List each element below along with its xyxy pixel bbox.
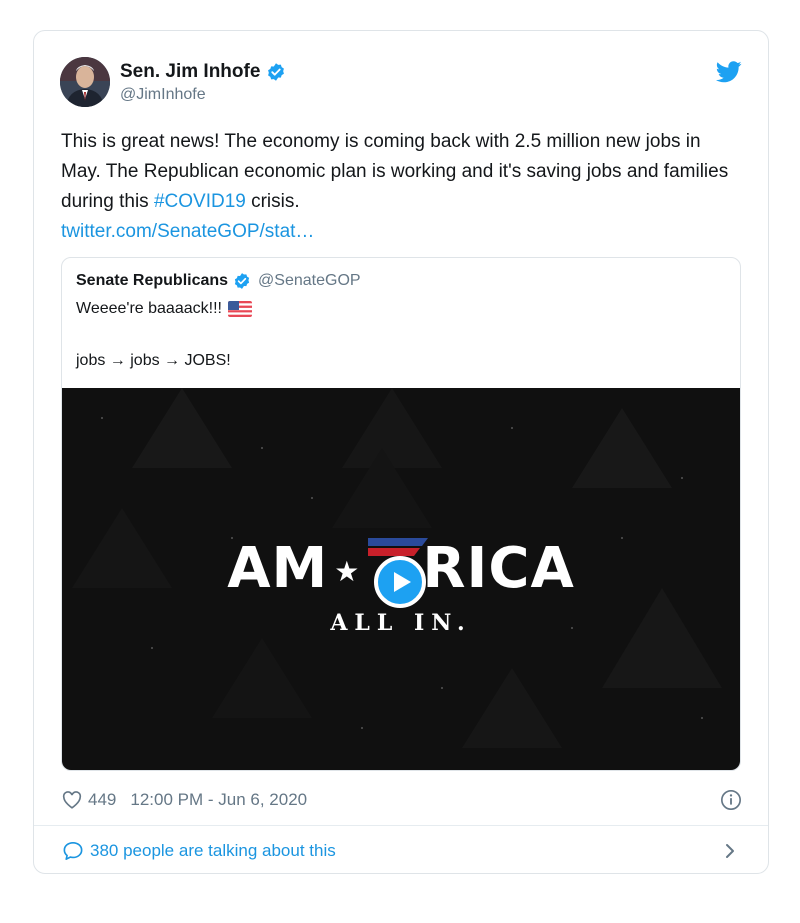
divider [34, 825, 768, 826]
video-thumbnail[interactable]: AM ★ RICA ALL IN. [62, 388, 740, 770]
verified-badge-icon [234, 273, 250, 289]
avatar[interactable] [60, 57, 110, 107]
quoted-handle[interactable]: @SenateGOP [258, 272, 361, 290]
us-flag-icon [227, 301, 252, 317]
quoted-display-name[interactable]: Senate Republicans [76, 272, 228, 290]
heart-icon[interactable] [62, 791, 82, 809]
conversation-link[interactable]: 380 people are talking about this [62, 837, 742, 865]
tweet-card: Sen. Jim Inhofe @JimInhofe This is great… [33, 30, 769, 874]
play-button[interactable] [374, 556, 426, 608]
twitter-bird-icon[interactable] [716, 61, 742, 83]
reply-bubble-icon [63, 842, 83, 860]
tweet-link[interactable]: twitter.com/SenateGOP/stat… [61, 221, 314, 242]
like-count[interactable]: 449 [88, 790, 116, 810]
chevron-right-icon[interactable] [724, 843, 736, 859]
talking-count[interactable]: 380 people are talking about this [90, 841, 336, 861]
star-icon: ★ [334, 555, 361, 589]
quoted-text: Weeee're baaaack!!! [76, 300, 222, 317]
verified-badge-icon [268, 63, 285, 81]
logo-right: RICA [422, 536, 575, 601]
quoted-text-line-1: Weeee're baaaack!!! [76, 300, 252, 318]
info-icon[interactable] [720, 789, 742, 811]
timestamp[interactable]: 12:00 PM - Jun 6, 2020 [130, 790, 307, 810]
tweet-text-part-2: crisis. [245, 191, 300, 212]
quoted-text-line-2: jobs → jobs → JOBS! [76, 352, 231, 369]
author-display-name[interactable]: Sen. Jim Inhofe [120, 61, 260, 83]
logo-left: AM [227, 536, 329, 601]
quoted-header: Senate Republicans @SenateGOP [76, 272, 361, 290]
hashtag-link[interactable]: #COVID19 [154, 191, 246, 212]
play-icon [394, 572, 411, 592]
tweet-header: Sen. Jim Inhofe @JimInhofe [60, 57, 742, 109]
tweet-meta: 449 12:00 PM - Jun 6, 2020 [62, 787, 742, 813]
author-handle[interactable]: @JimInhofe [120, 86, 286, 104]
author-names: Sen. Jim Inhofe @JimInhofe [120, 61, 286, 104]
quoted-tweet[interactable]: Senate Republicans @SenateGOP Weeee're b… [61, 257, 741, 771]
author-name-row[interactable]: Sen. Jim Inhofe [120, 61, 286, 83]
media-tagline: ALL IN. [330, 610, 472, 636]
tweet-text: This is great news! The economy is comin… [61, 127, 741, 247]
